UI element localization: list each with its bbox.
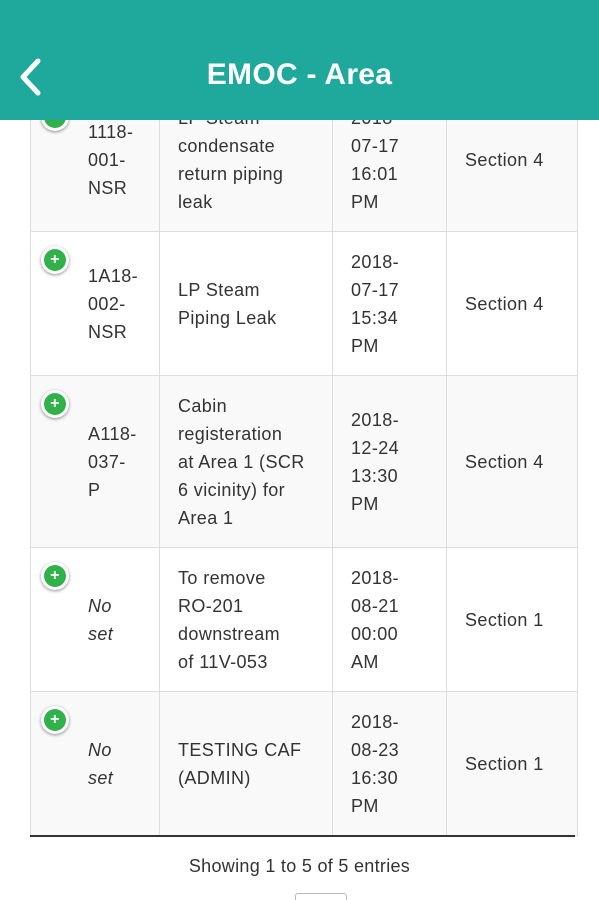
expand-row-icon[interactable]: + [41, 390, 69, 418]
description-cell: To remove RO-201 downstream of 11V-053 [159, 547, 333, 692]
row-section: Section 4 [465, 293, 544, 314]
row-id: 1A18- 002- NSR [88, 265, 139, 342]
row-date: 2018- 08-21 00:00 AM [351, 567, 400, 672]
expand-row-icon[interactable]: + [41, 706, 69, 734]
row-id: A118- 037- P [88, 423, 137, 500]
row-description: TESTING CAF (ADMIN) [178, 739, 302, 788]
pagination-button[interactable] [295, 893, 347, 900]
row-date: 2018- 07-17 16:01 PM [351, 108, 400, 212]
row-section: Section 1 [465, 609, 544, 630]
section-cell: Section 4 [446, 231, 578, 376]
row-description: Cabin registeration at Area 1 (SCR 6 vic… [178, 395, 305, 528]
app-header: EMOC - Area [0, 0, 599, 120]
section-cell: Section 1 [446, 547, 578, 692]
table-row[interactable]: + No set To remove RO-201 downstream of … [30, 547, 578, 692]
date-cell: 2018- 12-24 13:30 PM [332, 375, 447, 548]
row-section: Section 4 [465, 451, 544, 472]
id-cell: + 1A18- 002- NSR [30, 231, 160, 376]
section-cell: Section 1 [446, 691, 578, 836]
plus-icon: + [44, 709, 66, 731]
entries-table: + 1118- 001- NSR LP Steam condensate ret… [30, 88, 578, 836]
description-cell: LP Steam Piping Leak [159, 231, 333, 376]
row-id: No set [88, 595, 114, 644]
row-date: 2018- 12-24 13:30 PM [351, 409, 400, 514]
date-cell: 2018- 08-21 00:00 AM [332, 547, 447, 692]
id-cell: + No set [30, 691, 160, 836]
table-row[interactable]: + A118- 037- P Cabin registeration at Ar… [30, 375, 578, 548]
description-cell: Cabin registeration at Area 1 (SCR 6 vic… [159, 375, 333, 548]
row-id: No set [88, 739, 114, 788]
row-description: LP Steam condensate return piping leak [178, 108, 284, 212]
plus-icon: + [44, 565, 66, 587]
plus-icon: + [44, 393, 66, 415]
id-cell: + No set [30, 547, 160, 692]
emoc-area-page: + 1118- 001- NSR LP Steam condensate ret… [0, 0, 599, 900]
id-cell: + A118- 037- P [30, 375, 160, 548]
page-title: EMOC - Area [206, 58, 393, 91]
row-description: LP Steam Piping Leak [178, 279, 277, 328]
date-cell: 2018- 08-23 16:30 PM [332, 691, 447, 836]
section-cell: Section 4 [446, 375, 578, 548]
table-row[interactable]: + No set TESTING CAF (ADMIN) 2018- 08-23… [30, 691, 578, 836]
row-description: To remove RO-201 downstream of 11V-053 [178, 567, 281, 672]
table-row[interactable]: + 1A18- 002- NSR LP Steam Piping Leak 20… [30, 231, 578, 376]
table-info-text: Showing 1 to 5 of 5 entries [188, 856, 411, 876]
expand-row-icon[interactable]: + [41, 246, 69, 274]
row-id: 1118- 001- NSR [88, 122, 134, 198]
row-section: Section 1 [465, 753, 544, 774]
row-date: 2018- 08-23 16:30 PM [351, 711, 400, 816]
date-cell: 2018- 07-17 15:34 PM [332, 231, 447, 376]
table-bottom-border [30, 835, 575, 837]
row-section: Section 4 [465, 150, 544, 170]
description-cell: TESTING CAF (ADMIN) [159, 691, 333, 836]
plus-icon: + [44, 249, 66, 271]
row-date: 2018- 07-17 15:34 PM [351, 251, 400, 356]
expand-row-icon[interactable]: + [41, 562, 69, 590]
entries-table-container: + 1118- 001- NSR LP Steam condensate ret… [30, 88, 578, 836]
